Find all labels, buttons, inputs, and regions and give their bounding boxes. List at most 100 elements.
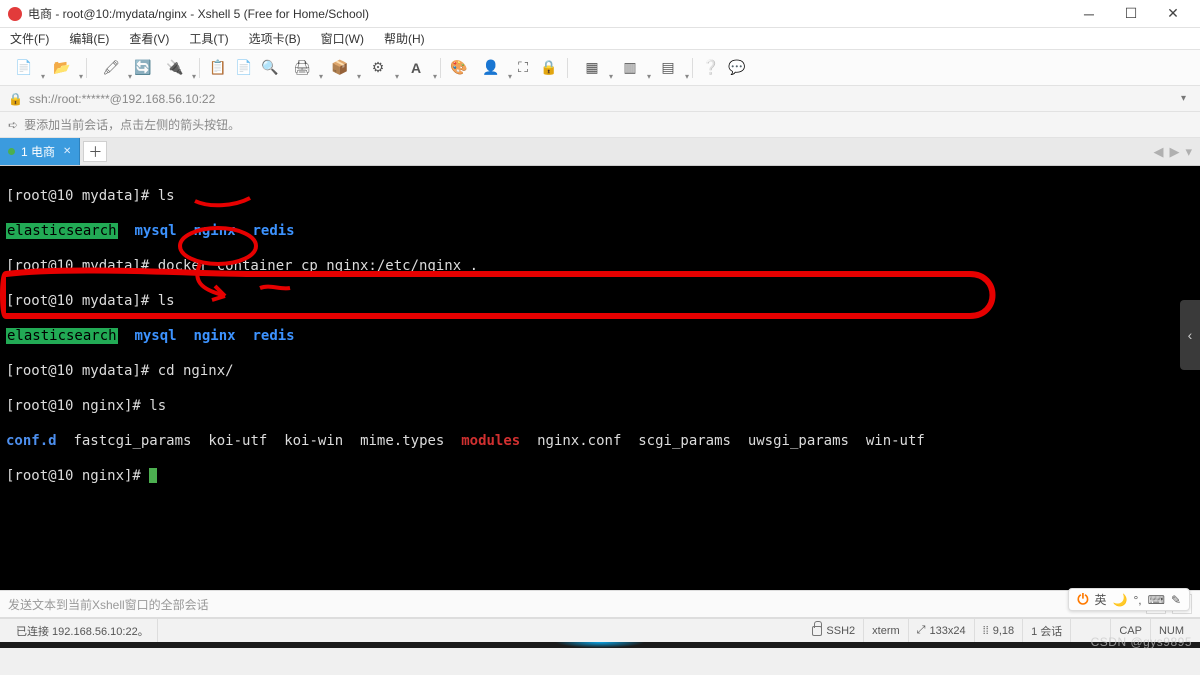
toolbar-separator — [199, 58, 200, 78]
fullscreen-icon[interactable]: ⛶ — [511, 55, 535, 81]
lock-icon — [812, 626, 822, 636]
tab-label: 1 电商 — [21, 143, 55, 160]
add-tab-button[interactable]: ＋ — [83, 141, 107, 162]
terminal[interactable]: [root@10 mydata]# ls elasticsearch mysql… — [0, 166, 1200, 590]
status-session: 1 会话 — [1023, 619, 1071, 642]
feedback-icon[interactable]: 💬 — [725, 55, 749, 81]
status-cap-text: CAP — [1119, 625, 1142, 637]
terminal-cmd: docker container cp nginx:/etc/nginx . — [158, 258, 478, 274]
settings-button[interactable]: ⚙▾ — [360, 55, 396, 81]
status-bar: 已连接 192.168.56.10:22。 SSH2 xterm ⤢ 133x2… — [0, 618, 1200, 642]
address-dropdown-icon[interactable]: ▾ — [1175, 91, 1192, 106]
encoding-button[interactable]: 👤▾ — [473, 55, 509, 81]
terminal-dir: nginx — [193, 328, 235, 344]
ime-moon-icon: 🌙 — [1113, 593, 1128, 607]
terminal-ls-item: conf.d — [6, 433, 57, 449]
terminal-ls-item: nginx.conf — [537, 433, 621, 449]
terminal-cmd: ls — [158, 293, 175, 309]
menu-tools[interactable]: 工具(T) — [179, 28, 238, 49]
address-text[interactable]: ssh://root:******@192.168.56.10:22 — [29, 92, 1169, 106]
side-panel-toggle[interactable]: ‹ — [1180, 300, 1200, 370]
disconnect-button[interactable]: 🔌▾ — [157, 55, 193, 81]
menu-help[interactable]: 帮助(H) — [374, 28, 435, 49]
terminal-cursor — [149, 468, 157, 483]
terminal-dir: nginx — [193, 223, 235, 239]
status-dot-icon — [8, 148, 15, 155]
window-controls: ─ ☐ ✕ — [1068, 1, 1194, 27]
menu-edit[interactable]: 编辑(E) — [59, 28, 119, 49]
tile-button[interactable]: ▤▾ — [650, 55, 686, 81]
terminal-cmd: cd nginx/ — [158, 363, 234, 379]
copy-button[interactable]: 📋 — [206, 55, 230, 81]
terminal-ls-item: win-utf — [866, 433, 925, 449]
titlebar: 电商 - root@10:/mydata/nginx - Xshell 5 (F… — [0, 0, 1200, 28]
terminal-ls-item: uwsgi_params — [748, 433, 849, 449]
open-session-button[interactable]: 📂▾ — [44, 55, 80, 81]
ime-settings-icon: ✎ — [1171, 593, 1181, 607]
status-cap: CAP — [1111, 619, 1151, 642]
terminal-ls-item: koi-utf — [208, 433, 267, 449]
terminal-dir: redis — [252, 328, 294, 344]
terminal-prompt: [root@10 mydata]# — [6, 293, 158, 309]
ime-punct-icon: °, — [1133, 593, 1141, 607]
color-scheme-button[interactable]: 🎨 — [447, 55, 471, 81]
print-button[interactable]: 🖨▾ — [284, 55, 320, 81]
ime-label: 英 — [1095, 591, 1107, 608]
arrow-right-icon[interactable]: ➪ — [8, 118, 18, 132]
minimize-button[interactable]: ─ — [1068, 1, 1110, 27]
terminal-prompt: [root@10 mydata]# — [6, 363, 158, 379]
toolbar-separator — [692, 58, 693, 78]
taskbar-glow — [555, 642, 645, 648]
terminal-prompt: [root@10 mydata]# — [6, 258, 158, 274]
status-connected: 已连接 192.168.56.10:22。 — [8, 619, 158, 642]
terminal-prompt: [root@10 nginx]# — [6, 468, 149, 484]
status-num-text: NUM — [1159, 625, 1184, 637]
menu-window[interactable]: 窗口(W) — [311, 28, 374, 49]
status-session-text: 1 会话 — [1031, 623, 1062, 639]
help-icon[interactable]: ❔ — [699, 55, 723, 81]
ime-indicator[interactable]: ⏻ 英 🌙 °, ⌨ ✎ — [1068, 588, 1190, 611]
menu-file[interactable]: 文件(F) — [0, 28, 59, 49]
status-connected-text: 已连接 192.168.56.10:22。 — [16, 623, 149, 639]
status-cursor-text: 9,18 — [993, 625, 1014, 637]
tab-list-icon[interactable]: ▾ — [1185, 144, 1192, 160]
cursor-icon: ⁞⁞ — [983, 625, 989, 637]
address-bar: 🔒 ssh://root:******@192.168.56.10:22 ▾ — [0, 86, 1200, 112]
maximize-button[interactable]: ☐ — [1110, 1, 1152, 27]
terminal-ls-item: koi-win — [284, 433, 343, 449]
lock-icon[interactable]: 🔒 — [537, 55, 561, 81]
status-size: ⤢ 133x24 — [909, 619, 975, 642]
paste-button[interactable]: 📄 — [232, 55, 256, 81]
terminal-dir: redis — [252, 223, 294, 239]
find-button[interactable]: 🔍 — [258, 55, 282, 81]
toolbar-separator — [440, 58, 441, 78]
close-tab-icon[interactable]: ✕ — [63, 146, 71, 157]
terminal-prompt: [root@10 mydata]# — [6, 188, 158, 204]
status-ssh: SSH2 — [804, 619, 864, 642]
close-button[interactable]: ✕ — [1152, 1, 1194, 27]
terminal-ls-item: modules — [461, 433, 520, 449]
info-bar: ➪ 要添加当前会话，点击左侧的箭头按钮。 — [0, 112, 1200, 138]
reconnect-button[interactable]: 🔄 — [131, 55, 155, 81]
next-tab-icon[interactable]: ▶ — [1169, 144, 1179, 160]
app-icon — [8, 7, 22, 21]
lock-icon: 🔒 — [8, 92, 23, 106]
taskbar — [0, 642, 1200, 648]
send-text-placeholder[interactable]: 发送文本到当前Xshell窗口的全部会话 — [8, 596, 209, 613]
menu-tabs[interactable]: 选项卡(B) — [239, 28, 311, 49]
status-encoding-text: xterm — [872, 625, 900, 637]
split-button[interactable]: ▥▾ — [612, 55, 648, 81]
highlighter-button[interactable]: 🖍▾ — [93, 55, 129, 81]
send-text-bar: 发送文本到当前Xshell窗口的全部会话 ≣ ▾ — [0, 590, 1200, 618]
prev-tab-icon[interactable]: ◀ — [1153, 144, 1163, 160]
session-tab[interactable]: 1 电商 ✕ — [0, 138, 80, 165]
ime-keyboard-icon: ⌨ — [1148, 593, 1165, 607]
new-session-button[interactable]: 📄▾ — [6, 55, 42, 81]
layout-button[interactable]: ▦▾ — [574, 55, 610, 81]
menu-view[interactable]: 查看(V) — [119, 28, 179, 49]
terminal-ls-item: fastcgi_params — [73, 433, 191, 449]
font-button[interactable]: A▾ — [398, 55, 434, 81]
terminal-dir: elasticsearch — [6, 328, 118, 344]
file-transfer-button[interactable]: 📦▾ — [322, 55, 358, 81]
terminal-dir: mysql — [134, 328, 176, 344]
